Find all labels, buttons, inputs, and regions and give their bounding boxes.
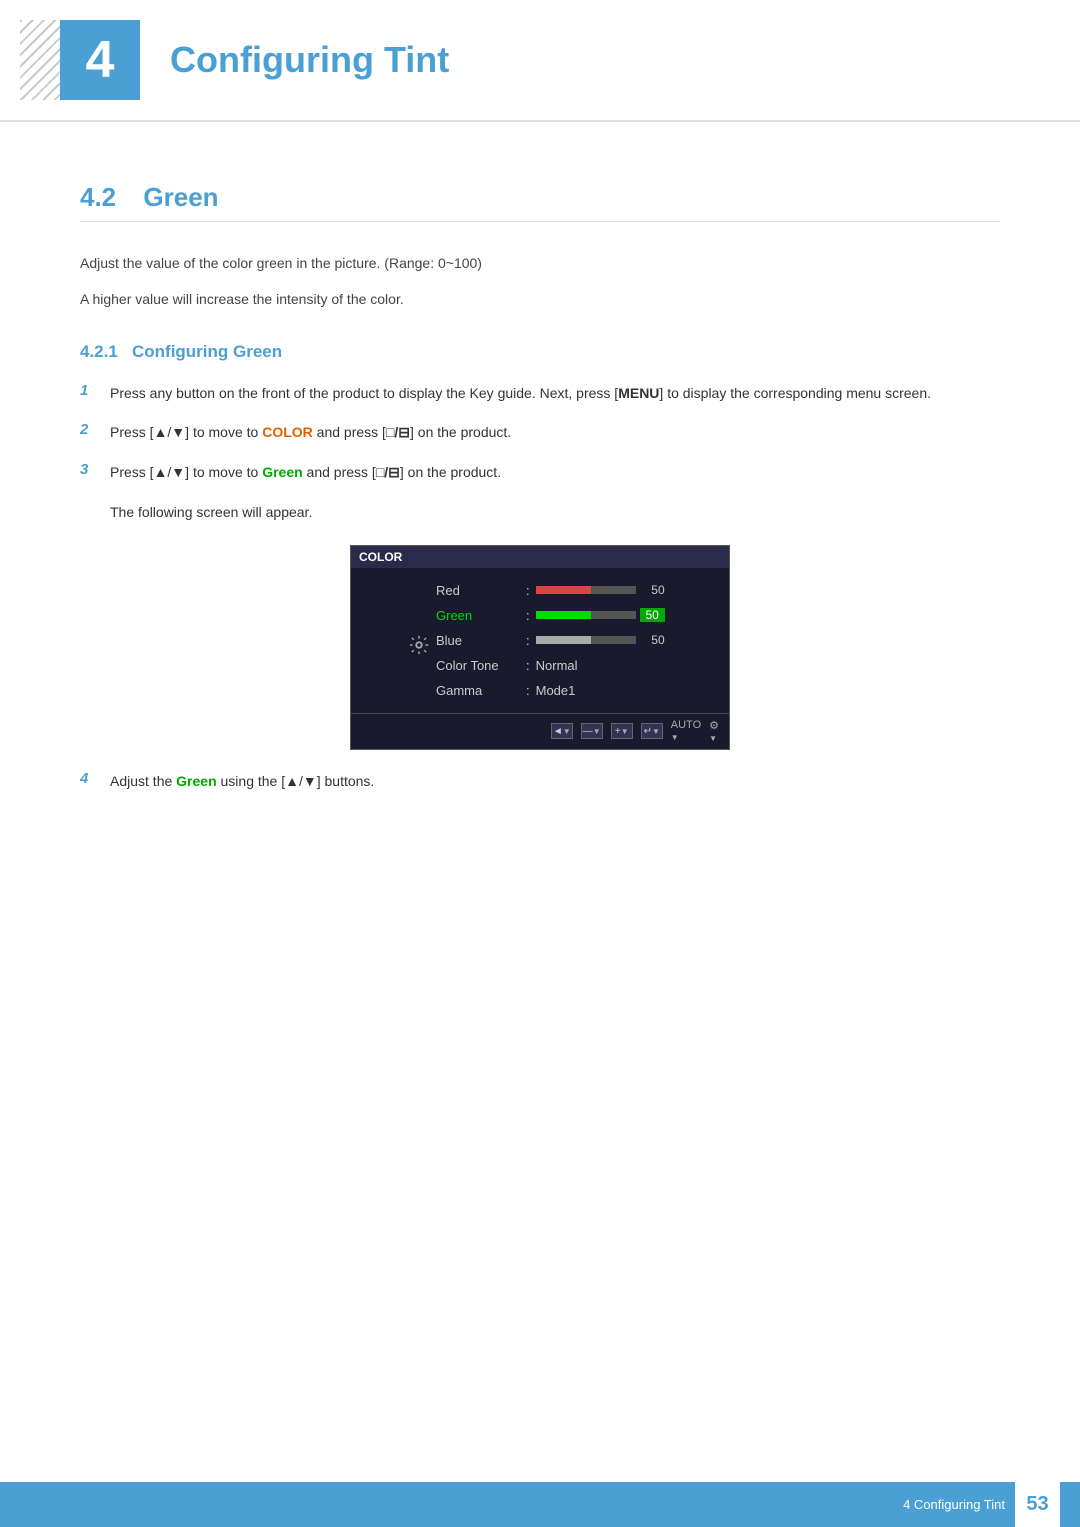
description-1: Adjust the value of the color green in t… bbox=[80, 252, 1000, 276]
slider-value-green: 50 bbox=[640, 608, 665, 622]
main-content: 4.2 Green Adjust the value of the color … bbox=[0, 162, 1080, 890]
monitor-screenshot: COLOR Red : bbox=[350, 545, 730, 750]
monitor-row-red: Red : 50 bbox=[436, 578, 709, 603]
chapter-number: 4 bbox=[86, 30, 115, 90]
step-2-number: 2 bbox=[80, 421, 110, 438]
step-3-text: Press [▲/▼] to move to Green and press [… bbox=[110, 461, 1000, 485]
footer-page-number: 53 bbox=[1015, 1482, 1060, 1527]
slider-value-red: 50 bbox=[640, 583, 665, 597]
monitor-btn-minus: —▼ bbox=[581, 723, 603, 739]
monitor-value-gamma: Mode1 bbox=[536, 683, 576, 698]
slider-blue: 50 bbox=[536, 633, 665, 647]
step-2: 2 Press [▲/▼] to move to COLOR and press… bbox=[80, 421, 1000, 445]
step-1-text: Press any button on the front of the pro… bbox=[110, 382, 1000, 406]
monitor-btn-enter: ↵▼ bbox=[641, 723, 663, 739]
monitor-settings-icon bbox=[408, 634, 430, 656]
step-3-number: 3 bbox=[80, 461, 110, 478]
steps-list: 1 Press any button on the front of the p… bbox=[80, 382, 1000, 485]
monitor-row-gamma: Gamma : Mode1 bbox=[436, 678, 709, 703]
step-4: 4 Adjust the Green using the [▲/▼] butto… bbox=[80, 770, 1000, 794]
step-3: 3 Press [▲/▼] to move to Green and press… bbox=[80, 461, 1000, 485]
footer-text: 4 Configuring Tint bbox=[903, 1497, 1005, 1512]
monitor-label-blue: Blue bbox=[436, 633, 526, 648]
monitor-content: Red : 50 Green : 50 bbox=[351, 568, 729, 713]
step-3-subtext: The following screen will appear. bbox=[110, 501, 1000, 525]
section-number: 4.2 bbox=[80, 182, 116, 212]
monitor-btn-left: ◄▼ bbox=[551, 723, 573, 739]
chapter-title: Configuring Tint bbox=[170, 39, 449, 81]
step-4-text: Adjust the Green using the [▲/▼] buttons… bbox=[110, 770, 1000, 794]
subsection-number: 4.2.1 bbox=[80, 342, 118, 361]
monitor-row-colortone: Color Tone : Normal bbox=[436, 653, 709, 678]
monitor-btn-power-label: ⚙▼ bbox=[709, 719, 719, 744]
subsection-title-text: Configuring Green bbox=[132, 342, 282, 361]
section-title-text: Green bbox=[143, 182, 218, 212]
monitor-label-green: Green bbox=[436, 608, 526, 623]
monitor-label-gamma: Gamma bbox=[436, 683, 526, 698]
step-4-number: 4 bbox=[80, 770, 110, 787]
section-title: 4.2 Green bbox=[80, 182, 1000, 222]
monitor-row-blue: Blue : 50 bbox=[436, 628, 709, 653]
monitor-value-colortone: Normal bbox=[536, 658, 578, 673]
page-footer: 4 Configuring Tint 53 bbox=[0, 1482, 1080, 1527]
monitor-bottom-bar: ◄▼ —▼ +▼ ↵▼ AUTO▼ ⚙▼ bbox=[351, 713, 729, 749]
monitor-menu-title: COLOR bbox=[359, 550, 402, 564]
monitor-row-green: Green : 50 bbox=[436, 603, 709, 628]
slider-value-blue: 50 bbox=[640, 633, 665, 647]
monitor-menu-bar: COLOR bbox=[351, 546, 729, 568]
step-2-text: Press [▲/▼] to move to COLOR and press [… bbox=[110, 421, 1000, 445]
monitor-label-red: Red bbox=[436, 583, 526, 598]
step-1-number: 1 bbox=[80, 382, 110, 399]
subsection-title: 4.2.1 Configuring Green bbox=[80, 342, 1000, 362]
chapter-number-box: 4 bbox=[60, 20, 140, 100]
chapter-header: 4 Configuring Tint bbox=[0, 0, 1080, 122]
slider-red: 50 bbox=[536, 583, 665, 597]
monitor-btn-plus: +▼ bbox=[611, 723, 633, 739]
step-1: 1 Press any button on the front of the p… bbox=[80, 382, 1000, 406]
monitor-btn-auto-label: AUTO▼ bbox=[671, 719, 701, 743]
monitor-label-colortone: Color Tone bbox=[436, 658, 526, 673]
slider-green: 50 bbox=[536, 608, 665, 622]
description-2: A higher value will increase the intensi… bbox=[80, 288, 1000, 312]
